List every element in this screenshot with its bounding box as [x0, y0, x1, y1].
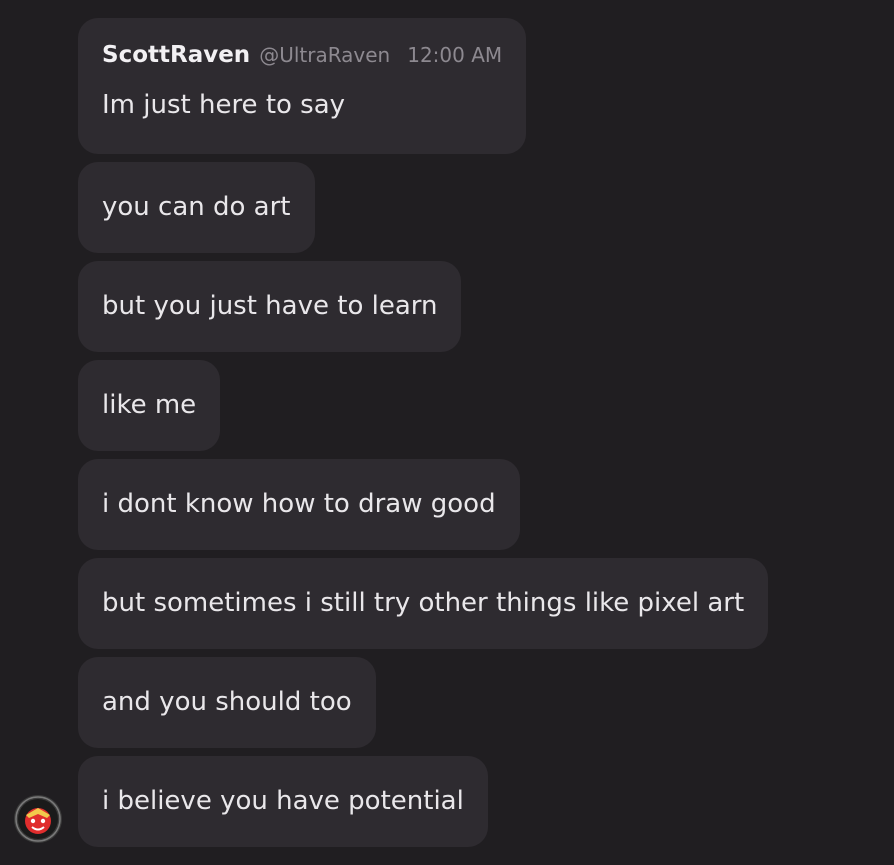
message-text: you can do art	[102, 192, 291, 222]
message-bubble-7[interactable]: and you should too	[78, 657, 376, 748]
user-avatar[interactable]	[13, 794, 63, 844]
message-bubble-2[interactable]: you can do art	[78, 162, 315, 253]
message-text: and you should too	[102, 687, 352, 717]
chat-messages: ScottRaven @UltraRaven 12:00 AM Im just …	[78, 18, 868, 855]
message-bubble-4[interactable]: like me	[78, 360, 221, 451]
message-bubble-3[interactable]: but you just have to learn	[78, 261, 462, 352]
message-text: like me	[102, 390, 197, 420]
message-text: but sometimes i still try other things l…	[102, 588, 745, 618]
message-bubble-1[interactable]: ScottRaven @UltraRaven 12:00 AM Im just …	[78, 18, 527, 154]
message-text: Im just here to say	[102, 90, 346, 120]
message-bubble-6[interactable]: but sometimes i still try other things l…	[78, 558, 769, 649]
message-bubble-8[interactable]: i believe you have potential	[78, 756, 488, 847]
message-text: i dont know how to draw good	[102, 489, 496, 519]
message-timestamp: 12:00 AM	[407, 43, 503, 67]
author-handle: @UltraRaven	[259, 43, 391, 67]
author-name[interactable]: ScottRaven	[102, 42, 250, 68]
message-text: but you just have to learn	[102, 291, 438, 321]
message-text: i believe you have potential	[102, 786, 464, 816]
message-bubble-5[interactable]: i dont know how to draw good	[78, 459, 520, 550]
message-meta: ScottRaven @UltraRaven 12:00 AM	[102, 42, 502, 78]
raven-logo-avatar-icon	[14, 795, 62, 843]
